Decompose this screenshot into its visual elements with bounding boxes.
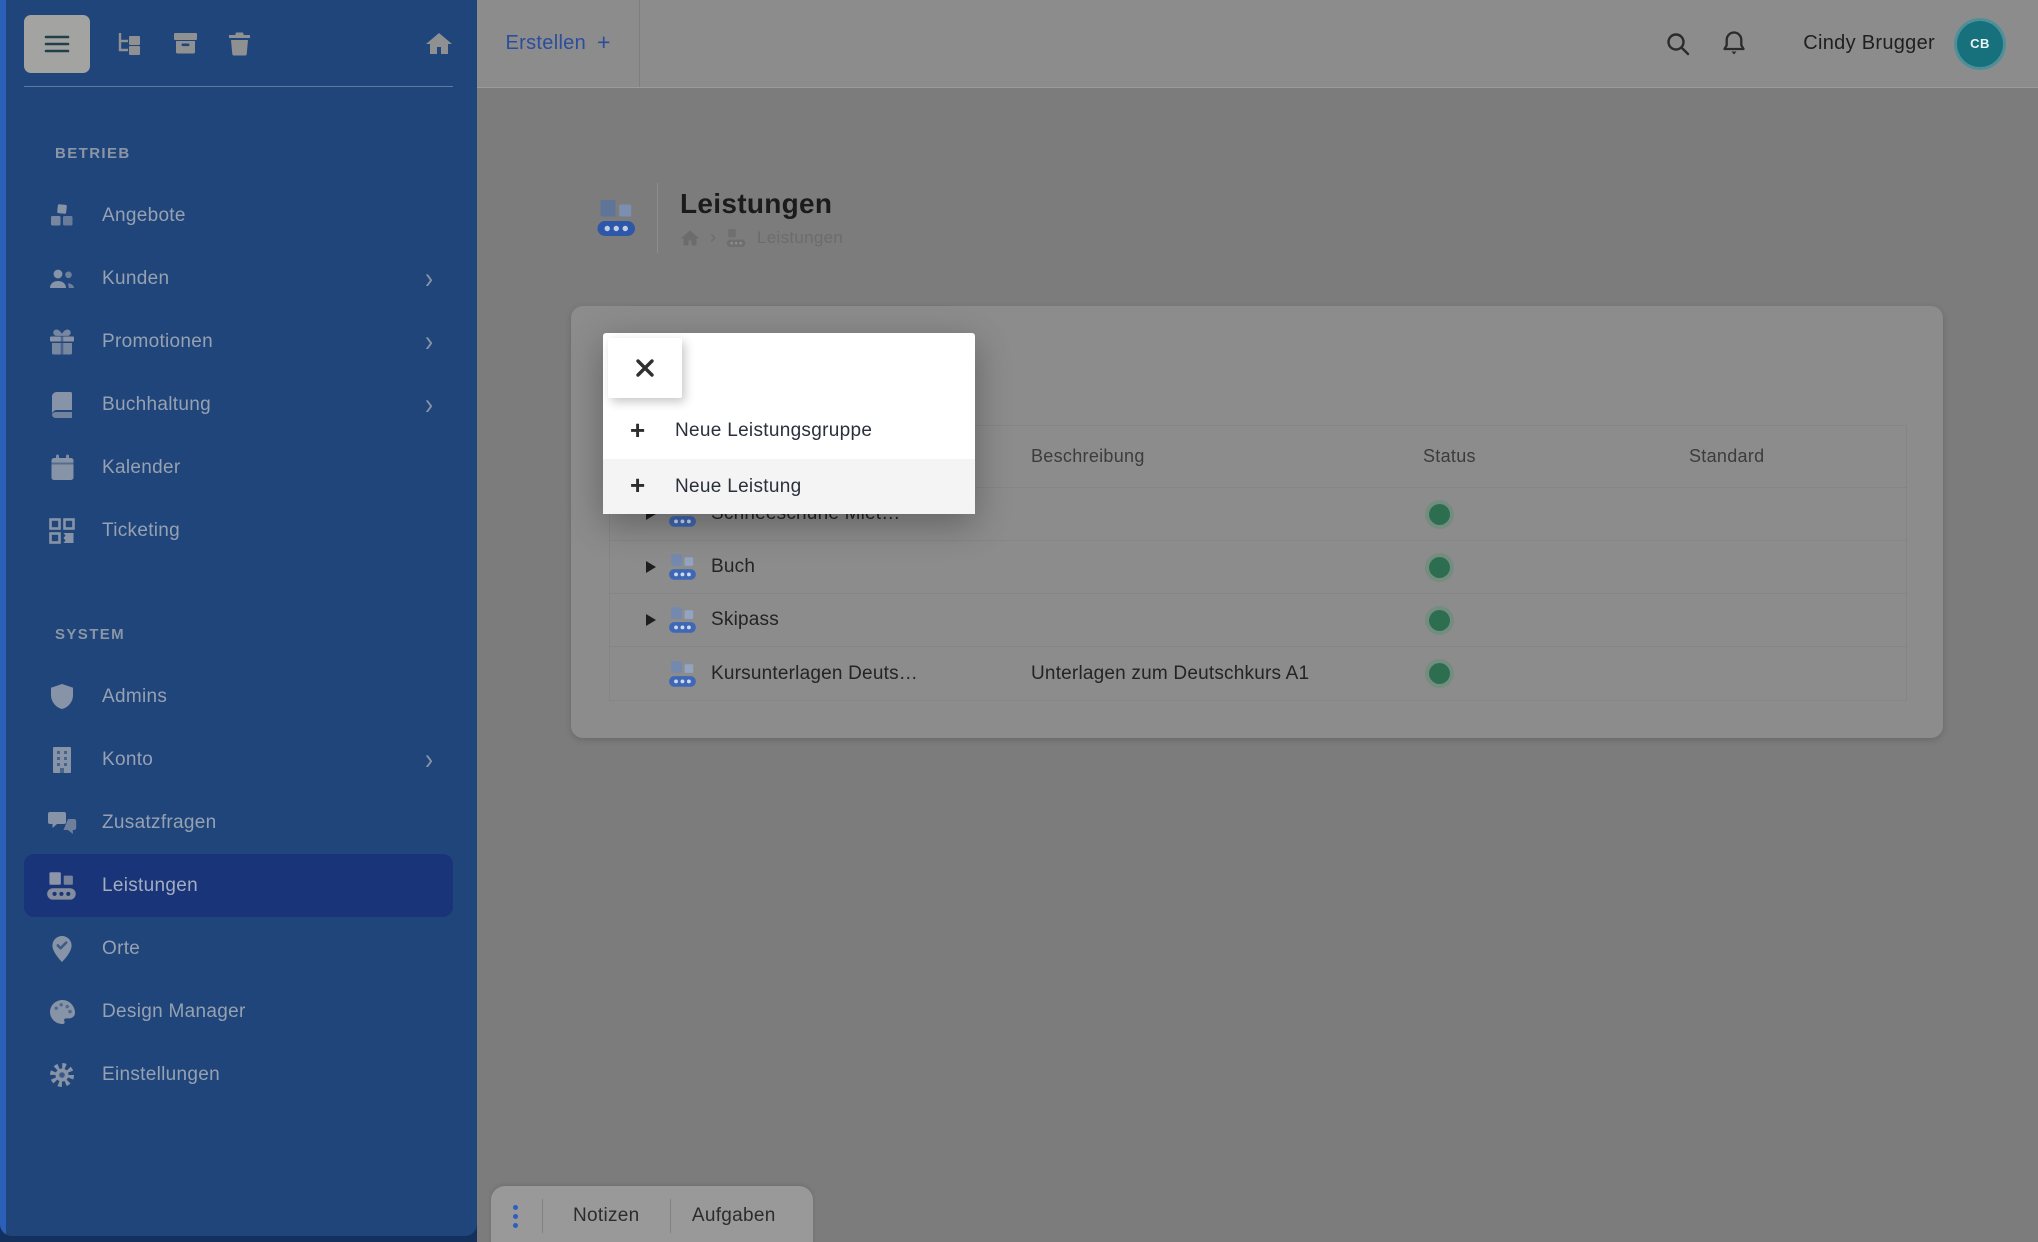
modal-backdrop[interactable] [0,0,2038,1242]
menu-item-neue-leistung[interactable]: + Neue Leistung [603,459,975,514]
popup-menu: + Neue Leistungsgruppe + Neue Leistung [603,403,975,514]
plus-icon: + [630,472,650,498]
close-icon [634,357,656,379]
menu-item-neue-leistungsgruppe[interactable]: + Neue Leistungsgruppe [603,403,975,459]
create-leistung-popup: + Neue Leistungsgruppe + Neue Leistung [603,333,975,514]
close-button[interactable] [608,338,682,398]
plus-icon: + [630,417,650,443]
